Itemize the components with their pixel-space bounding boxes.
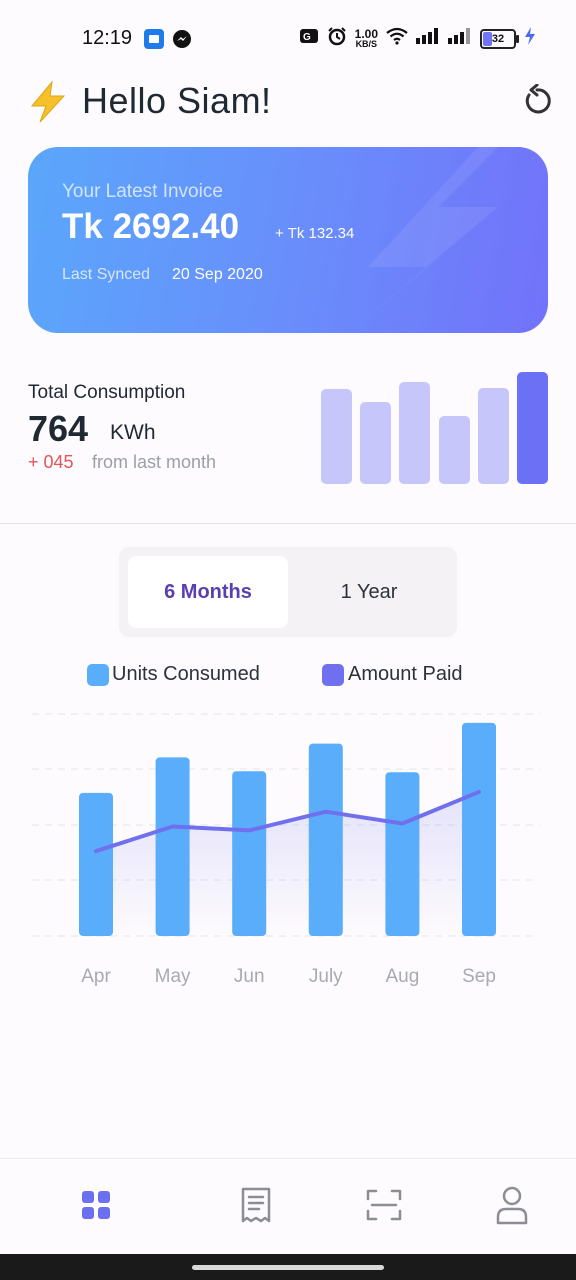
latest-invoice-card[interactable]: Your Latest Invoice Tk 2692.40 + Tk 132.…	[28, 147, 548, 333]
invoice-label: Your Latest Invoice	[62, 181, 223, 202]
units-bar-jun	[232, 771, 267, 936]
units-bar-may	[155, 757, 190, 936]
legend-units-swatch	[87, 664, 109, 686]
receipt-icon[interactable]	[232, 1181, 280, 1229]
signal-icon	[448, 28, 472, 49]
period-toggle: 6 Months 1 Year	[119, 547, 457, 637]
tab-6-months[interactable]: 6 Months	[128, 556, 288, 628]
x-tick-label: Apr	[81, 966, 111, 987]
wifi-icon	[386, 27, 408, 50]
messenger-icon	[172, 29, 192, 49]
mini-bar	[517, 372, 548, 484]
status-indicators: G 1.00 KB/S 32	[299, 26, 536, 51]
x-tick-label: July	[309, 966, 343, 987]
home-indicator[interactable]	[192, 1265, 384, 1270]
legend-amount-label: Amount Paid	[348, 663, 463, 685]
battery-indicator: 32	[480, 28, 519, 49]
greeting-title: Hello Siam!	[82, 80, 272, 121]
nfc-icon: G	[299, 27, 319, 50]
mini-bar	[360, 402, 392, 484]
scan-icon[interactable]	[360, 1181, 408, 1229]
units-bar-sep	[462, 722, 496, 936]
x-tick-label: Sep	[462, 966, 496, 987]
charging-icon	[524, 27, 536, 50]
units-bar-july	[308, 743, 343, 936]
legend-amount-swatch	[322, 664, 344, 686]
last-synced-date: 20 Sep 2020	[172, 266, 263, 283]
x-tick-label: Jun	[234, 966, 265, 987]
svg-text:G: G	[303, 32, 311, 43]
status-bar: 12:19 G 1.00 KB/S 32	[0, 0, 576, 78]
units-bar-aug	[385, 772, 420, 936]
system-gesture-bar	[0, 1254, 576, 1280]
tab-1-year[interactable]: 1 Year	[289, 556, 449, 628]
invoice-extra-amount: + Tk 132.34	[275, 225, 355, 242]
mini-bar	[438, 415, 470, 484]
signal-icon	[416, 28, 440, 49]
total-consumption-unit: KWh	[110, 421, 156, 444]
x-tick-label: Aug	[385, 966, 419, 987]
total-consumption-value: 764	[28, 408, 89, 449]
consumption-delta: + 045	[28, 452, 74, 472]
invoice-amount: Tk 2692.40	[62, 207, 240, 246]
refresh-icon[interactable]	[520, 83, 554, 118]
units-bar-apr	[79, 792, 113, 936]
lightning-watermark-icon	[348, 147, 498, 333]
x-tick-label: May	[155, 966, 191, 987]
consumption-delta-suffix: from last month	[92, 452, 217, 472]
section-divider	[0, 523, 576, 524]
mini-bar	[321, 388, 352, 484]
dashboard-grid-icon[interactable]	[72, 1181, 120, 1229]
last-synced-label: Last Synced	[62, 266, 151, 283]
app-notification-icon	[144, 29, 164, 49]
profile-icon[interactable]	[488, 1181, 536, 1229]
lightning-bolt-icon	[28, 80, 68, 124]
consumption-chart: Apr May Jun July Aug Sep	[32, 713, 540, 987]
mini-bar	[399, 382, 431, 484]
status-time: 12:19	[82, 27, 133, 49]
legend-units-label: Units Consumed	[112, 663, 260, 685]
total-consumption-label: Total Consumption	[28, 382, 186, 403]
network-speed: 1.00 KB/S	[354, 27, 378, 49]
alarm-icon	[327, 26, 347, 51]
bottom-navigation	[0, 1158, 576, 1255]
mini-bar	[477, 387, 509, 484]
